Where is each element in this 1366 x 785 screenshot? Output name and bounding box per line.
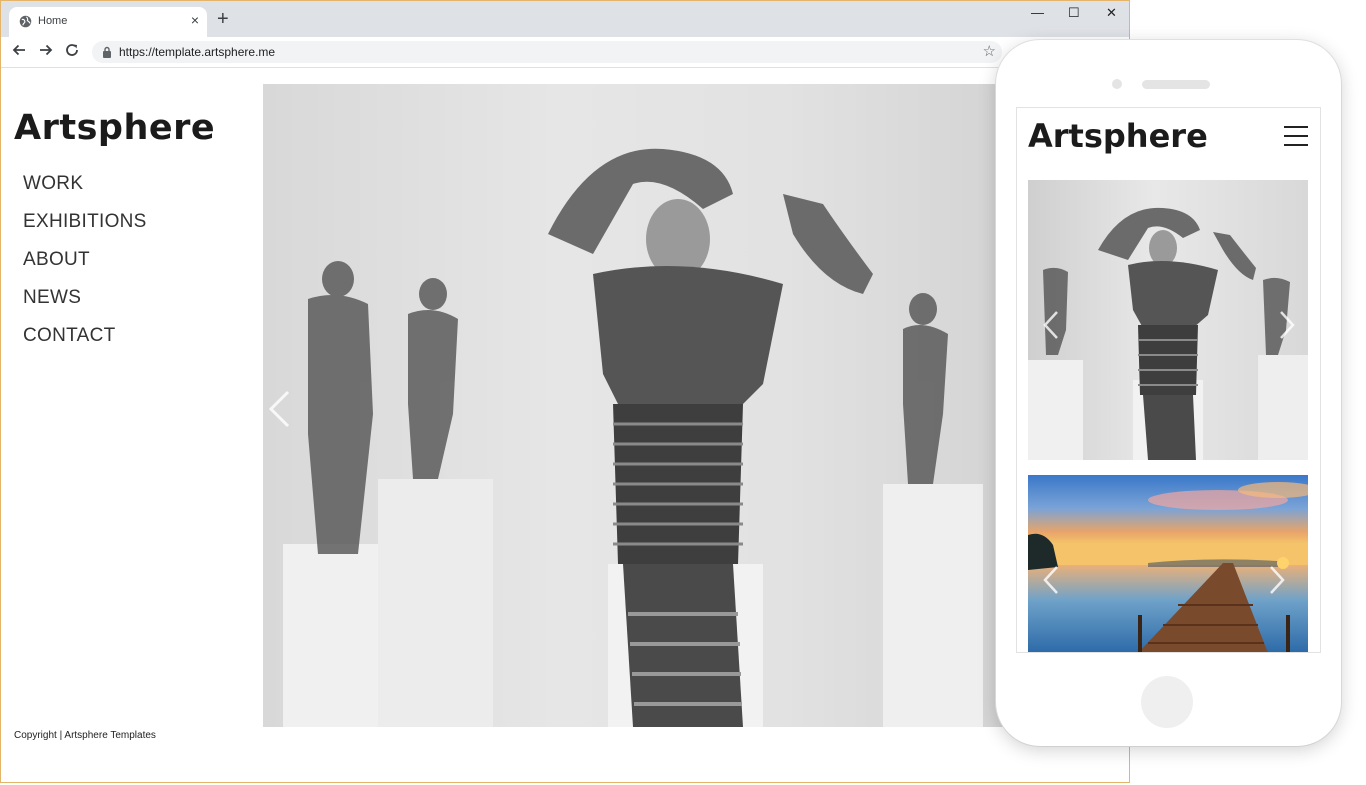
browser-window: Home × + — ☐ ✕ https://template.artspher… xyxy=(0,0,1130,783)
nav-exhibitions[interactable]: EXHIBITIONS xyxy=(23,211,147,233)
nav-news[interactable]: NEWS xyxy=(23,287,81,309)
address-bar[interactable]: https://template.artsphere.me ☆ xyxy=(92,41,1002,63)
sculpture-photo xyxy=(283,148,983,727)
tab-bar: Home × + — ☐ ✕ xyxy=(1,1,1129,37)
maximize-button[interactable]: ☐ xyxy=(1068,5,1080,21)
tab-home[interactable]: Home × xyxy=(9,7,207,37)
copyright-text: Copyright | Artsphere Templates xyxy=(14,730,156,741)
chevron-left-icon[interactable] xyxy=(266,389,292,429)
mobile-image-lake-pier xyxy=(1028,475,1308,652)
forward-icon[interactable] xyxy=(38,42,54,58)
tab-close-button[interactable]: × xyxy=(191,12,199,28)
hero-image-sculptures xyxy=(263,84,1003,727)
new-tab-button[interactable]: + xyxy=(217,9,229,29)
phone-home-button[interactable] xyxy=(1141,676,1193,728)
nav-contact[interactable]: CONTACT xyxy=(23,325,116,347)
lock-icon xyxy=(103,46,111,58)
nav-about[interactable]: ABOUT xyxy=(23,249,90,271)
chevron-left-icon[interactable] xyxy=(1042,310,1060,340)
star-icon[interactable]: ☆ xyxy=(983,42,996,60)
chevron-right-icon[interactable] xyxy=(1278,310,1296,340)
chevron-right-icon[interactable] xyxy=(1268,565,1286,595)
phone-speaker xyxy=(1142,80,1210,89)
mobile-image-sculptures xyxy=(1028,180,1308,460)
mobile-site-logo[interactable]: Artsphere xyxy=(1028,117,1208,155)
hamburger-icon[interactable] xyxy=(1284,126,1308,146)
back-icon[interactable] xyxy=(11,42,27,58)
phone-camera xyxy=(1112,79,1122,89)
browser-toolbar: https://template.artsphere.me ☆ xyxy=(1,37,1129,68)
chevron-left-icon[interactable] xyxy=(1042,565,1060,595)
site-logo[interactable]: Artsphere xyxy=(14,108,215,148)
nav-work[interactable]: WORK xyxy=(23,173,83,195)
close-window-button[interactable]: ✕ xyxy=(1106,5,1117,21)
phone-mockup: Artsphere xyxy=(996,40,1341,746)
tab-title: Home xyxy=(38,15,68,27)
phone-screen: Artsphere xyxy=(1016,107,1321,653)
globe-icon xyxy=(19,15,32,28)
url-text: https://template.artsphere.me xyxy=(119,45,276,59)
minimize-button[interactable]: — xyxy=(1031,5,1044,20)
reload-icon[interactable] xyxy=(64,42,80,58)
